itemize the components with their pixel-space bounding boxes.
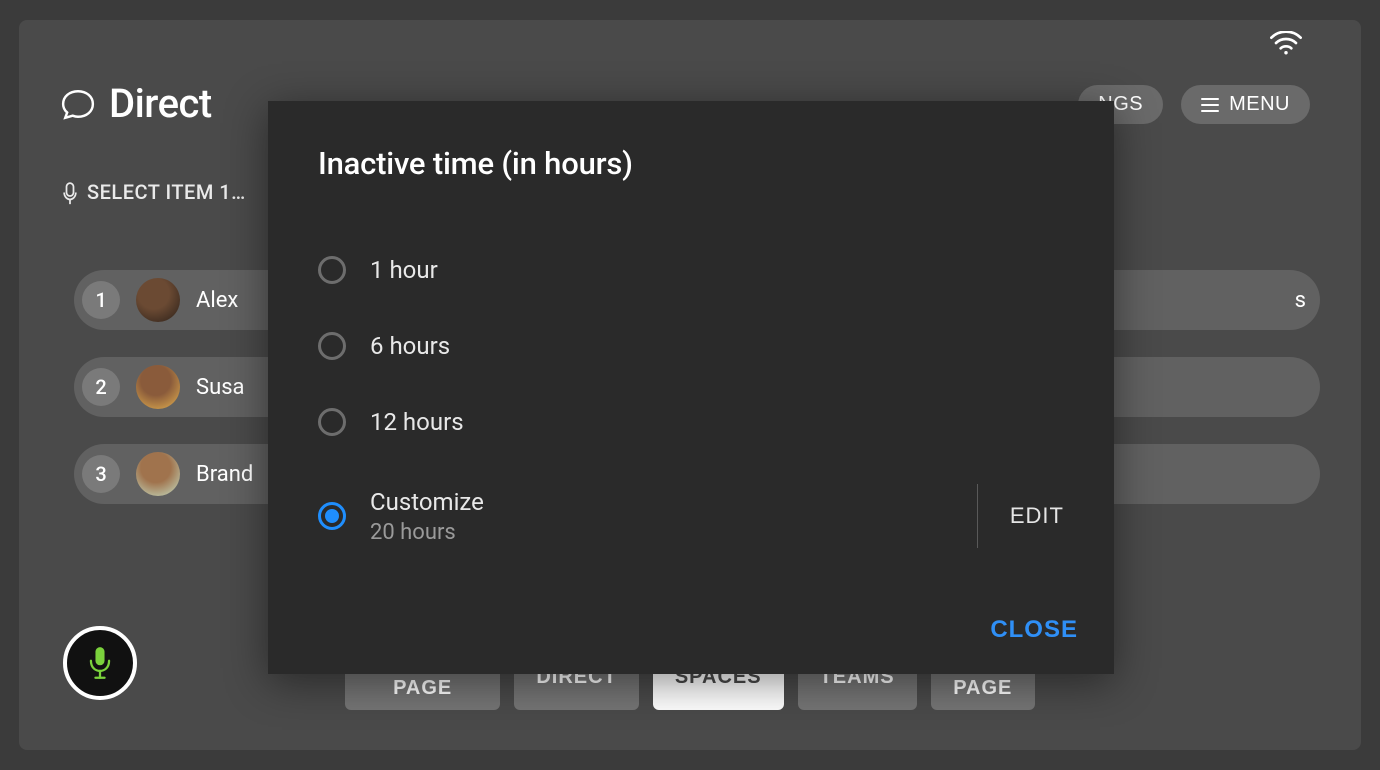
- voice-control-button[interactable]: [63, 626, 137, 700]
- divider: [977, 484, 978, 548]
- radio-label: 12 hours: [370, 408, 464, 436]
- item-number-badge: 3: [82, 455, 120, 493]
- hamburger-icon: [1201, 98, 1219, 112]
- page-title-text: Direct: [109, 80, 212, 127]
- close-button[interactable]: CLOSE: [990, 616, 1078, 644]
- radio-icon: [318, 502, 346, 530]
- voice-hint: SELECT ITEM 1…: [63, 180, 246, 204]
- page-title: Direct: [61, 80, 212, 127]
- avatar: [136, 278, 180, 322]
- radio-icon: [318, 256, 346, 284]
- radio-label: Customize: [370, 488, 484, 516]
- avatar: [136, 365, 180, 409]
- item-number-badge: 1: [82, 281, 120, 319]
- chat-icon: [61, 87, 95, 121]
- radio-option-6-hours[interactable]: 6 hours: [318, 332, 1064, 360]
- radio-label: 6 hours: [370, 332, 450, 360]
- radio-icon: [318, 408, 346, 436]
- radio-label: 1 hour: [370, 256, 438, 284]
- radio-sublabel: 20 hours: [370, 520, 484, 545]
- menu-button[interactable]: MENU: [1181, 85, 1310, 124]
- item-name: Susa: [196, 375, 245, 400]
- wifi-icon: [1270, 31, 1302, 55]
- radio-option-12-hours[interactable]: 12 hours: [318, 408, 1064, 436]
- radio-icon: [318, 332, 346, 360]
- item-number-badge: 2: [82, 368, 120, 406]
- inactive-time-dialog: Inactive time (in hours) 1 hour 6 hours …: [268, 101, 1114, 674]
- avatar: [136, 452, 180, 496]
- menu-button-label: MENU: [1229, 93, 1290, 116]
- mic-icon: [63, 182, 77, 202]
- item-name: Brand: [196, 462, 253, 487]
- dialog-title: Inactive time (in hours): [318, 145, 1064, 182]
- voice-hint-text: SELECT ITEM 1…: [87, 180, 246, 204]
- item-name: Alex: [196, 288, 238, 313]
- radio-option-customize[interactable]: Customize 20 hours EDIT: [318, 484, 1064, 548]
- item-trailing-text: s: [1295, 288, 1306, 313]
- mic-icon: [86, 646, 114, 680]
- radio-option-1-hour[interactable]: 1 hour: [318, 256, 1064, 284]
- edit-button[interactable]: EDIT: [1010, 503, 1064, 529]
